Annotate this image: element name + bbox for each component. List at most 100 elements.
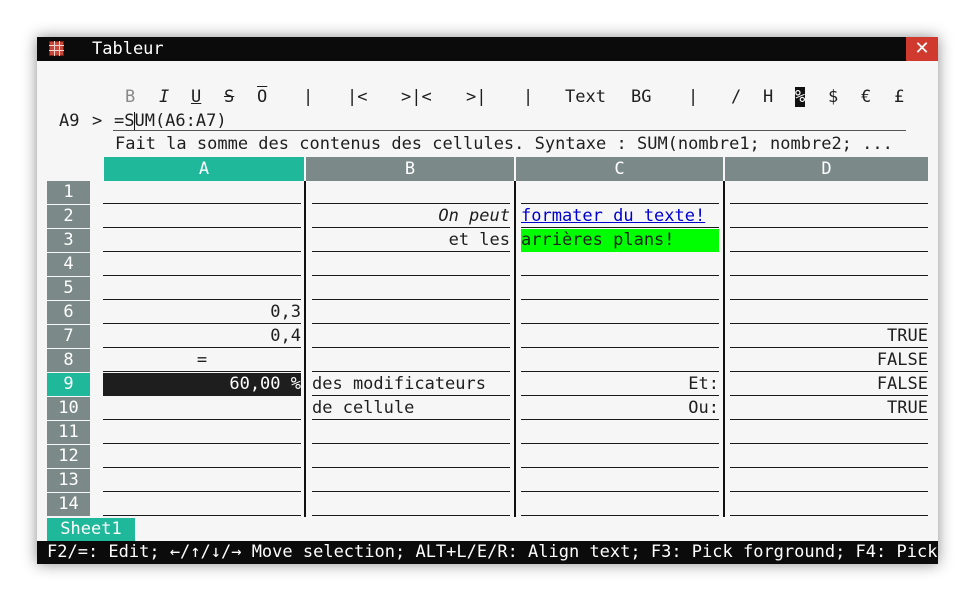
formula-arrow: > xyxy=(92,111,103,131)
cell-underline xyxy=(312,443,510,444)
column-header-a[interactable]: A xyxy=(104,157,304,181)
cell-a8[interactable]: = xyxy=(103,349,301,372)
bold-button[interactable]: B xyxy=(125,87,135,107)
cell-underline xyxy=(521,275,719,276)
cell-underline xyxy=(103,443,301,444)
cell-underline xyxy=(521,515,719,516)
cell-a9[interactable]: 60,00 % xyxy=(103,373,301,396)
align-right-button[interactable]: >| xyxy=(466,87,486,107)
format-h-button[interactable]: H xyxy=(763,87,773,107)
underline-button[interactable]: U xyxy=(191,87,201,107)
cell-underline xyxy=(312,323,510,324)
cell-b2[interactable]: On peut xyxy=(312,205,510,228)
italic-button[interactable]: I xyxy=(159,87,169,107)
format-pound-button[interactable]: £ xyxy=(894,87,904,107)
row-header-9[interactable]: 9 xyxy=(47,373,90,396)
row-header-14[interactable]: 14 xyxy=(47,493,90,516)
cell-underline xyxy=(312,515,510,516)
cell-c10[interactable]: Ou: xyxy=(521,397,719,420)
cell-d10[interactable]: TRUE xyxy=(730,397,928,420)
cell-c9[interactable]: Et: xyxy=(521,373,719,396)
text-color-button[interactable]: Text xyxy=(565,87,606,107)
column-divider xyxy=(723,181,725,517)
cell-underline xyxy=(103,515,301,516)
cell-a6[interactable]: 0,3 xyxy=(103,301,301,324)
overline-button[interactable]: O xyxy=(257,87,267,107)
column-header-b[interactable]: B xyxy=(306,157,514,181)
formula-input[interactable]: =SUM(A6:A7) xyxy=(114,111,227,131)
cell-underline xyxy=(312,347,510,348)
row-header-1[interactable]: 1 xyxy=(47,181,90,204)
cell-b9[interactable]: des modificateurs xyxy=(312,373,510,396)
cell-underline xyxy=(312,467,510,468)
cell-underline xyxy=(521,491,719,492)
cell-reference: A9 xyxy=(59,111,80,131)
row-header-11[interactable]: 11 xyxy=(47,421,90,444)
cell-underline xyxy=(312,275,510,276)
row-header-5[interactable]: 5 xyxy=(47,277,90,300)
title-bar: Tableur ✕ xyxy=(37,37,938,61)
cell-underline xyxy=(103,251,301,252)
row-header-2[interactable]: 2 xyxy=(47,205,90,228)
cell-c3[interactable]: arrières plans! xyxy=(521,229,719,252)
row-header-10[interactable]: 10 xyxy=(47,397,90,420)
text-cursor xyxy=(134,112,135,131)
cell-underline xyxy=(521,323,719,324)
cell-underline xyxy=(103,467,301,468)
cell-underline xyxy=(103,275,301,276)
row-header-12[interactable]: 12 xyxy=(47,445,90,468)
row-header-6[interactable]: 6 xyxy=(47,301,90,324)
cell-d8[interactable]: FALSE xyxy=(730,349,928,372)
format-percent-button[interactable]: % xyxy=(795,87,806,107)
cell-d9[interactable]: FALSE xyxy=(730,373,928,396)
row-header-7[interactable]: 7 xyxy=(47,325,90,348)
spreadsheet-window: Tableur ✕ B I U S O | |< >|< >| | Text B… xyxy=(37,37,938,564)
row-header-8[interactable]: 8 xyxy=(47,349,90,372)
toolbar-separator: | xyxy=(523,87,534,107)
cell-underline xyxy=(521,299,719,300)
column-header-d[interactable]: D xyxy=(725,157,928,181)
cell-underline xyxy=(103,491,301,492)
cell-underline xyxy=(103,203,301,204)
cell-b10[interactable]: de cellule xyxy=(312,397,510,420)
cell-underline xyxy=(103,227,301,228)
cell-a7[interactable]: 0,4 xyxy=(103,325,301,348)
cell-underline xyxy=(730,251,928,252)
cell-c2[interactable]: formater du texte! xyxy=(521,205,719,228)
align-center-button[interactable]: >|< xyxy=(401,87,432,107)
column-header-c[interactable]: C xyxy=(516,157,723,181)
cell-d7[interactable]: TRUE xyxy=(730,325,928,348)
function-description: Fait la somme des contenus des cellules.… xyxy=(115,134,893,154)
format-dollar-button[interactable]: $ xyxy=(828,87,838,107)
cell-underline xyxy=(521,467,719,468)
cell-underline xyxy=(312,491,510,492)
cell-underline xyxy=(103,299,301,300)
row-header-3[interactable]: 3 xyxy=(47,229,90,252)
status-bar: F2/=: Edit; ←/↑/↓/→ Move selection; ALT+… xyxy=(37,541,938,564)
cell-underline xyxy=(521,347,719,348)
cell-underline xyxy=(312,299,510,300)
cell-underline xyxy=(521,203,719,204)
sheet-tab[interactable]: Sheet1 xyxy=(47,518,135,541)
cell-underline xyxy=(730,275,928,276)
cell-underline xyxy=(730,443,928,444)
align-left-button[interactable]: |< xyxy=(347,87,367,107)
cell-underline xyxy=(521,443,719,444)
cell-b3[interactable]: et les xyxy=(312,229,510,252)
formula-underline xyxy=(113,130,906,131)
cell-underline xyxy=(312,203,510,204)
format-euro-button[interactable]: € xyxy=(861,87,871,107)
cell-underline xyxy=(730,515,928,516)
cell-underline xyxy=(521,371,719,372)
cell-underline xyxy=(730,323,928,324)
strikethrough-button[interactable]: S xyxy=(224,87,234,107)
cell-underline xyxy=(103,419,301,420)
close-button[interactable]: ✕ xyxy=(906,37,938,61)
background-color-button[interactable]: BG xyxy=(631,87,651,107)
cell-underline xyxy=(730,227,928,228)
row-header-13[interactable]: 13 xyxy=(47,469,90,492)
format-fraction-button[interactable]: / xyxy=(731,87,741,107)
row-header-4[interactable]: 4 xyxy=(47,253,90,276)
toolbar-separator: | xyxy=(688,87,699,107)
column-divider xyxy=(514,181,516,517)
